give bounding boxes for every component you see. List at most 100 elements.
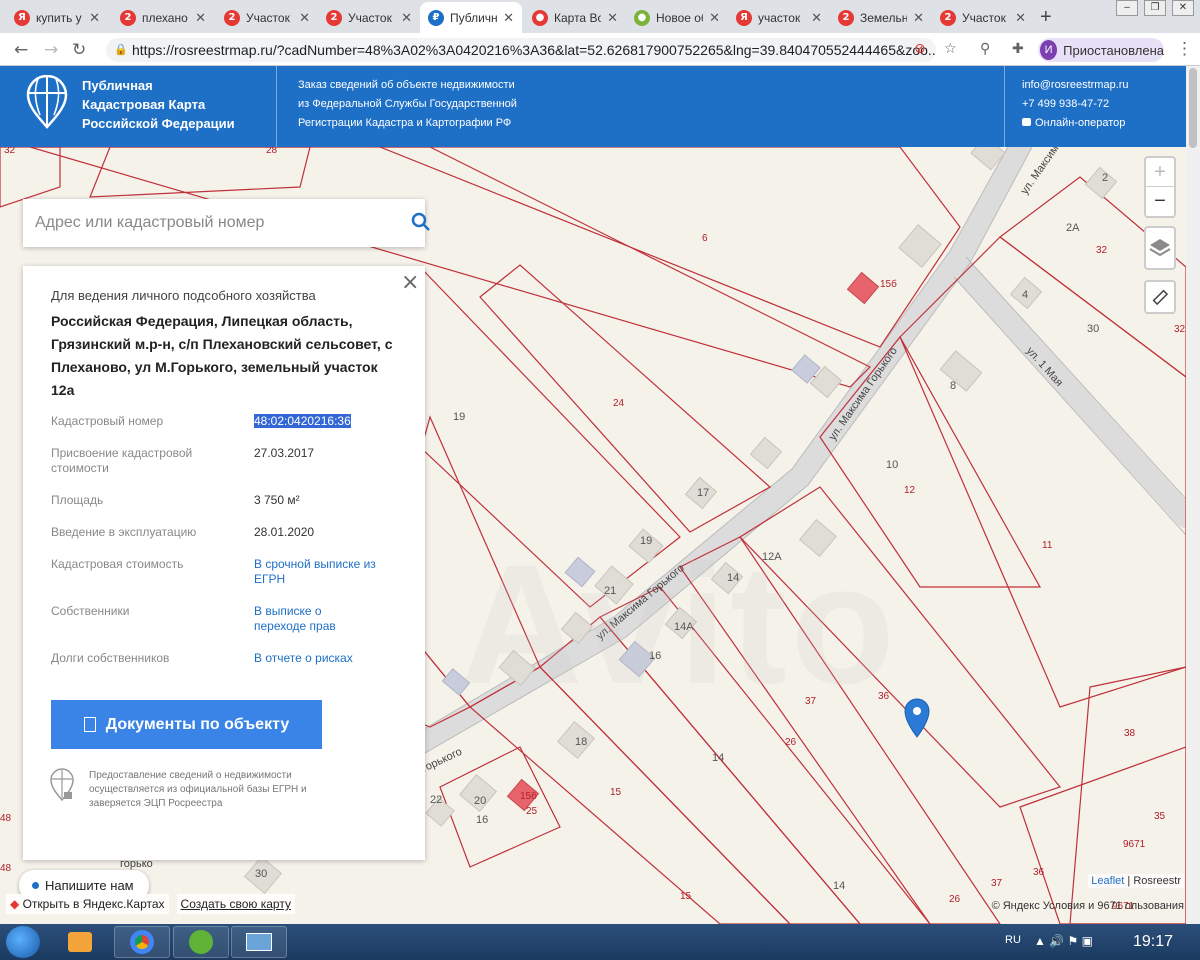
brand-line: Российской Федерации xyxy=(82,116,235,131)
tab-close-icon[interactable]: ✕ xyxy=(913,10,924,26)
bookmark-star-icon[interactable]: ☆ xyxy=(944,41,957,57)
parcel-number: 16 xyxy=(476,814,488,826)
image-viewer-icon[interactable] xyxy=(231,926,287,958)
back-icon[interactable]: ← xyxy=(14,40,28,60)
open-yandex-link[interactable]: ◆ Открыть в Яндекс.Картах xyxy=(6,894,169,914)
browser-tab[interactable]: 2 Участок ✕ xyxy=(932,2,1034,33)
valuation-date-value: 27.03.2017 xyxy=(254,446,315,460)
browser-tab[interactable]: 2 Участок ✕ xyxy=(318,2,420,33)
search-input[interactable] xyxy=(23,199,383,247)
tab-close-icon[interactable]: ✕ xyxy=(709,10,720,26)
media-player-icon[interactable] xyxy=(56,926,104,958)
yandex-attribution[interactable]: © Яндекс Условия и 9671 ользования xyxy=(992,900,1184,912)
new-tab-button[interactable]: + xyxy=(1040,6,1052,29)
online-operator-link[interactable]: Онлайн-оператор xyxy=(1022,114,1129,133)
location-marker-icon[interactable] xyxy=(904,698,930,738)
open-yandex-label: Открыть в Яндекс.Картах xyxy=(22,897,165,911)
email-link[interactable]: info@rosreestrmap.ru xyxy=(1022,76,1129,95)
lock-icon: 🔒 xyxy=(114,44,128,56)
tab-close-icon[interactable]: ✕ xyxy=(195,10,206,26)
parcel-number: 9671 xyxy=(1123,839,1146,850)
site-header: Публичная Кадастровая Карта Российской Ф… xyxy=(0,66,1186,147)
tray-icons[interactable]: ▲ 🔊 ⚑ ▣ xyxy=(1034,934,1093,948)
minimize-button[interactable]: – xyxy=(1116,0,1138,16)
tab-close-icon[interactable]: ✕ xyxy=(299,10,310,26)
browser-tab[interactable]: ₽ Публичн ✕ xyxy=(420,2,522,33)
tab-close-icon[interactable]: ✕ xyxy=(503,10,514,26)
parcel-number: 48 xyxy=(0,813,12,824)
zoom-out-button[interactable]: − xyxy=(1146,187,1174,216)
zoom-in-button[interactable]: + xyxy=(1146,158,1174,187)
blocked-icon[interactable]: ⊘ xyxy=(914,41,926,57)
profile-button[interactable]: И Приостановлена xyxy=(1038,38,1164,62)
tab-title: Участок xyxy=(962,10,1006,25)
avito-watermark: Avito xyxy=(460,530,899,720)
brand-title[interactable]: Публичная Кадастровая Карта Российской Ф… xyxy=(82,76,235,133)
extensions-icon[interactable]: ✚ xyxy=(1012,41,1024,57)
tab-title: Земельн xyxy=(860,10,908,25)
cadastral-value-link[interactable]: В срочной выписке из ЕГРН xyxy=(254,557,379,587)
header-contacts: info@rosreestrmap.ru +7 499 938-47-72 Он… xyxy=(1022,76,1129,133)
header-info: Заказ сведений об объекте недвижимости и… xyxy=(298,76,517,133)
parcel-number: 18 xyxy=(575,736,587,748)
parcel-number: 15б xyxy=(520,790,537,802)
browser-tab[interactable]: 2 Участок ✕ xyxy=(216,2,318,33)
browser-tab[interactable]: Якупить у ✕ xyxy=(6,2,108,33)
browser-tab-bar: Якупить у ✕ 2 плехано ✕ 2 Участок ✕ 2 Участок ✕ ₽ Пу… xyxy=(0,0,1200,33)
document-icon xyxy=(83,717,96,732)
tab-close-icon[interactable]: ✕ xyxy=(811,10,822,26)
tab-close-icon[interactable]: ✕ xyxy=(607,10,618,26)
parcel-number: 28 xyxy=(266,147,278,156)
browser-tab[interactable]: 2 Земельн ✕ xyxy=(830,2,932,33)
url-text: https://rosreestrmap.ru/?cadNumber=48%3A… xyxy=(132,42,936,58)
url-field[interactable]: 🔒 https://rosreestrmap.ru/?cadNumber=48%… xyxy=(106,38,936,62)
layers-button[interactable] xyxy=(1144,226,1176,270)
parcel-number: 8 xyxy=(950,380,956,392)
tab-close-icon[interactable]: ✕ xyxy=(401,10,412,26)
parcel-number: 15 xyxy=(680,891,692,902)
cadastral-number-value[interactable]: 48:02:0420216:36 xyxy=(254,414,414,429)
avito-2-icon: 2 xyxy=(326,9,342,26)
ruler-button[interactable] xyxy=(1144,280,1176,314)
risk-report-link[interactable]: В отчете о рисках xyxy=(254,651,414,666)
parcel-number: 30 xyxy=(1087,323,1099,335)
browser-tab[interactable]: 2 плехано ✕ xyxy=(112,2,214,33)
commissioning-label: Введение в эксплуатацию xyxy=(51,525,197,539)
reload-icon[interactable]: ↻ xyxy=(72,40,86,60)
cadastral-number-label: Кадастровый номер xyxy=(51,414,164,428)
leaflet-link[interactable]: Leaflet xyxy=(1091,875,1124,887)
commissioning-value: 28.01.2020 xyxy=(254,525,315,539)
tray-language[interactable]: RU xyxy=(1005,934,1021,946)
tab-close-icon[interactable]: ✕ xyxy=(89,10,100,26)
create-map-link[interactable]: Создать свою карту xyxy=(176,894,295,914)
utorrent-icon[interactable] xyxy=(173,926,229,958)
valuation-date-label: Присвоение кадастровой стоимости xyxy=(51,446,193,475)
parcel-info-panel: × Для ведения личного подсобного хозяйст… xyxy=(23,266,425,860)
forward-icon[interactable]: → xyxy=(44,40,58,60)
search-ext-icon[interactable]: ⚲ xyxy=(980,41,990,57)
tab-close-icon[interactable]: ✕ xyxy=(1015,10,1026,26)
search-icon[interactable] xyxy=(411,212,431,232)
rosreestr-logo-icon[interactable] xyxy=(26,75,68,129)
page-scrollbar[interactable] xyxy=(1186,66,1200,924)
parcel-number: 20 xyxy=(474,795,486,807)
browser-tab[interactable]: ● Новое об ✕ xyxy=(626,2,728,33)
yandex-pin-icon: ◆ xyxy=(10,897,20,911)
tray-clock[interactable]: 19:17 xyxy=(1133,933,1173,951)
close-icon[interactable]: × xyxy=(401,272,419,294)
map-pin-icon: ● xyxy=(532,9,548,26)
windows-start-button[interactable] xyxy=(6,926,40,958)
documents-button[interactable]: Документы по объекту xyxy=(51,700,322,749)
browser-tab[interactable]: ● Карта Во ✕ xyxy=(524,2,626,33)
owners-link[interactable]: В выписке о переходе прав xyxy=(254,604,364,634)
menu-kebab-icon[interactable]: ⋮ xyxy=(1176,39,1193,59)
parcel-number: 12 xyxy=(904,485,916,496)
chrome-taskbar-icon[interactable] xyxy=(114,926,170,958)
maximize-button[interactable]: ❐ xyxy=(1144,0,1166,16)
browser-tab[interactable]: Яучасток ✕ xyxy=(728,2,830,33)
scrollbar-thumb[interactable] xyxy=(1189,68,1197,148)
phone-link[interactable]: +7 499 938-47-72 xyxy=(1022,95,1129,114)
header-divider xyxy=(276,66,277,147)
close-window-button[interactable]: ✕ xyxy=(1172,0,1194,16)
parcel-number: 32 xyxy=(1174,324,1186,335)
